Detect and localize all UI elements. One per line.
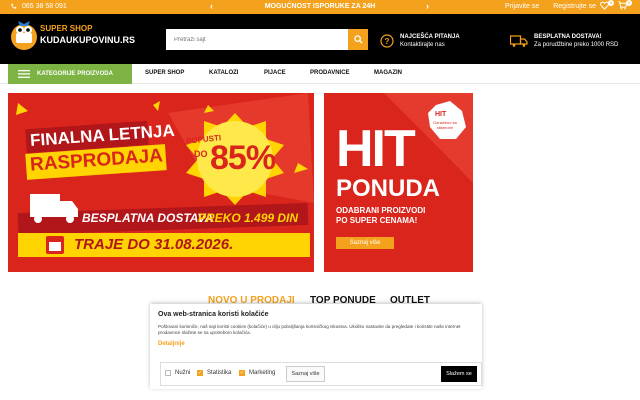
cookie-option-statistics[interactable]: ✓ Statistika <box>197 370 231 376</box>
cookie-options-bar: Nužni ✓ Statistika ✓ Marketing Saznaj vi… <box>160 362 482 386</box>
cookie-title: Ova web-stranica koristi kolačiće <box>158 311 269 318</box>
cookie-option-marketing[interactable]: ✓ Marketing <box>239 370 275 376</box>
register-link[interactable]: Registrujte se <box>553 3 596 10</box>
option-label: Statistika <box>207 370 232 376</box>
phone-number: 065 38 58 091 <box>22 3 67 10</box>
hit-offer-banner[interactable]: HIT Označeno sa stikerom! HIT PONUDA ODA… <box>324 93 473 272</box>
cookie-accept-button[interactable]: Slažem se <box>441 366 477 382</box>
hit-subtitle: PONUDA <box>336 175 441 202</box>
shipping-line-b: PREKO 1.499 DIN <box>198 211 299 225</box>
hit-title: HIT <box>336 120 416 178</box>
logo-line-1: SUPER SHOP <box>40 24 93 33</box>
cookie-text: Poštovani korisniče, naš sajt koristi co… <box>158 324 461 335</box>
svg-text:?: ? <box>385 37 390 46</box>
cart-count: 0 <box>626 0 632 6</box>
faq-subtitle: Kontaktirajte nas <box>400 42 445 48</box>
nav-item-prodavnice[interactable]: PRODAVNICE <box>310 70 350 76</box>
wishlist-count: 0 <box>608 0 614 6</box>
login-link[interactable]: Prijavite se <box>505 3 539 10</box>
summer-sale-banner[interactable]: FINALNA LETNJA RASPRODAJA POPUSTI DO 85%… <box>8 93 314 272</box>
discount-value: 85% <box>210 139 276 177</box>
cookie-more-button[interactable]: Saznaj više <box>286 366 325 382</box>
hit-desc-line2: PO SUPER CENAMA! <box>336 216 418 225</box>
option-label: Marketing <box>249 370 276 376</box>
site-logo[interactable]: SUPER SHOP KUDAUKUPOVINU.RS <box>8 18 138 58</box>
phone-contact[interactable]: 065 38 58 091 <box>10 3 67 10</box>
hit-desc-line1: ODABRANI PROIZVODI <box>336 206 426 215</box>
promo-next-arrow[interactable]: › <box>426 1 429 11</box>
nav-item-pijace[interactable]: PIJACE <box>264 70 286 76</box>
hit-sticker-label: HIT <box>435 111 447 118</box>
search-bar <box>166 29 368 50</box>
option-label: Nužni <box>175 370 191 376</box>
logo-line-2: KUDAUKUPOVINU.RS <box>40 35 136 45</box>
hamburger-icon <box>18 70 30 78</box>
hit-more-button[interactable]: Saznaj više <box>336 237 394 249</box>
hit-sticker-text: Označeno sa stikerom! <box>433 120 457 130</box>
cart-button[interactable]: 0 <box>618 0 632 11</box>
truck-icon <box>510 35 528 47</box>
top-bar: 065 38 58 091 ‹ MOGUĆNOST ISPORUKE ZA 24… <box>0 0 640 14</box>
checkbox-statistics[interactable]: ✓ <box>197 370 203 376</box>
delivery-title: BESPLATNA DOSTAVA! <box>534 34 602 40</box>
promo-text: MOGUĆNOST ISPORUKE ZA 24H <box>264 3 376 10</box>
search-icon <box>353 35 363 44</box>
wishlist-button[interactable]: 0 <box>600 0 614 11</box>
faq-title: NAJCEŠĆA PITANJA <box>400 34 460 40</box>
categories-menu-button[interactable]: KATEGORIJE PROIZVODA <box>8 64 132 84</box>
nav-item-katalozi[interactable]: KATALOZI <box>209 70 238 76</box>
nav-item-super-shop[interactable]: SUPER SHOP <box>145 70 184 76</box>
question-icon: ? <box>380 34 394 48</box>
discount-do: DO <box>194 149 208 159</box>
mascot-logo-icon <box>11 21 37 50</box>
shipping-line-a: BESPLATNA DOSTAVA <box>82 211 214 225</box>
delivery-subtitle: Za porudžbine preko 1000 RSD <box>534 42 619 48</box>
main-nav: KATEGORIJE PROIZVODA SUPER SHOP KATALOZI… <box>0 64 640 84</box>
nav-item-magazin[interactable]: MAGAZIN <box>374 70 402 76</box>
faq-link[interactable]: ? NAJCEŠĆA PITANJA Kontaktirajte nas <box>380 33 460 49</box>
cookie-option-necessary[interactable]: Nužni <box>165 370 190 376</box>
cookie-details-link[interactable]: Detaljnije <box>158 341 474 347</box>
free-delivery-info: BESPLATNA DOSTAVA! Za porudžbine preko 10… <box>510 33 618 49</box>
search-input[interactable] <box>166 29 348 50</box>
phone-icon <box>11 3 17 9</box>
checkbox-marketing[interactable]: ✓ <box>239 370 245 376</box>
categories-label: KATEGORIJE PROIZVODA <box>37 71 113 77</box>
search-button[interactable] <box>348 29 368 50</box>
sale-until-text: TRAJE DO 31.08.2026. <box>74 236 234 253</box>
checkbox-necessary[interactable] <box>165 370 171 376</box>
